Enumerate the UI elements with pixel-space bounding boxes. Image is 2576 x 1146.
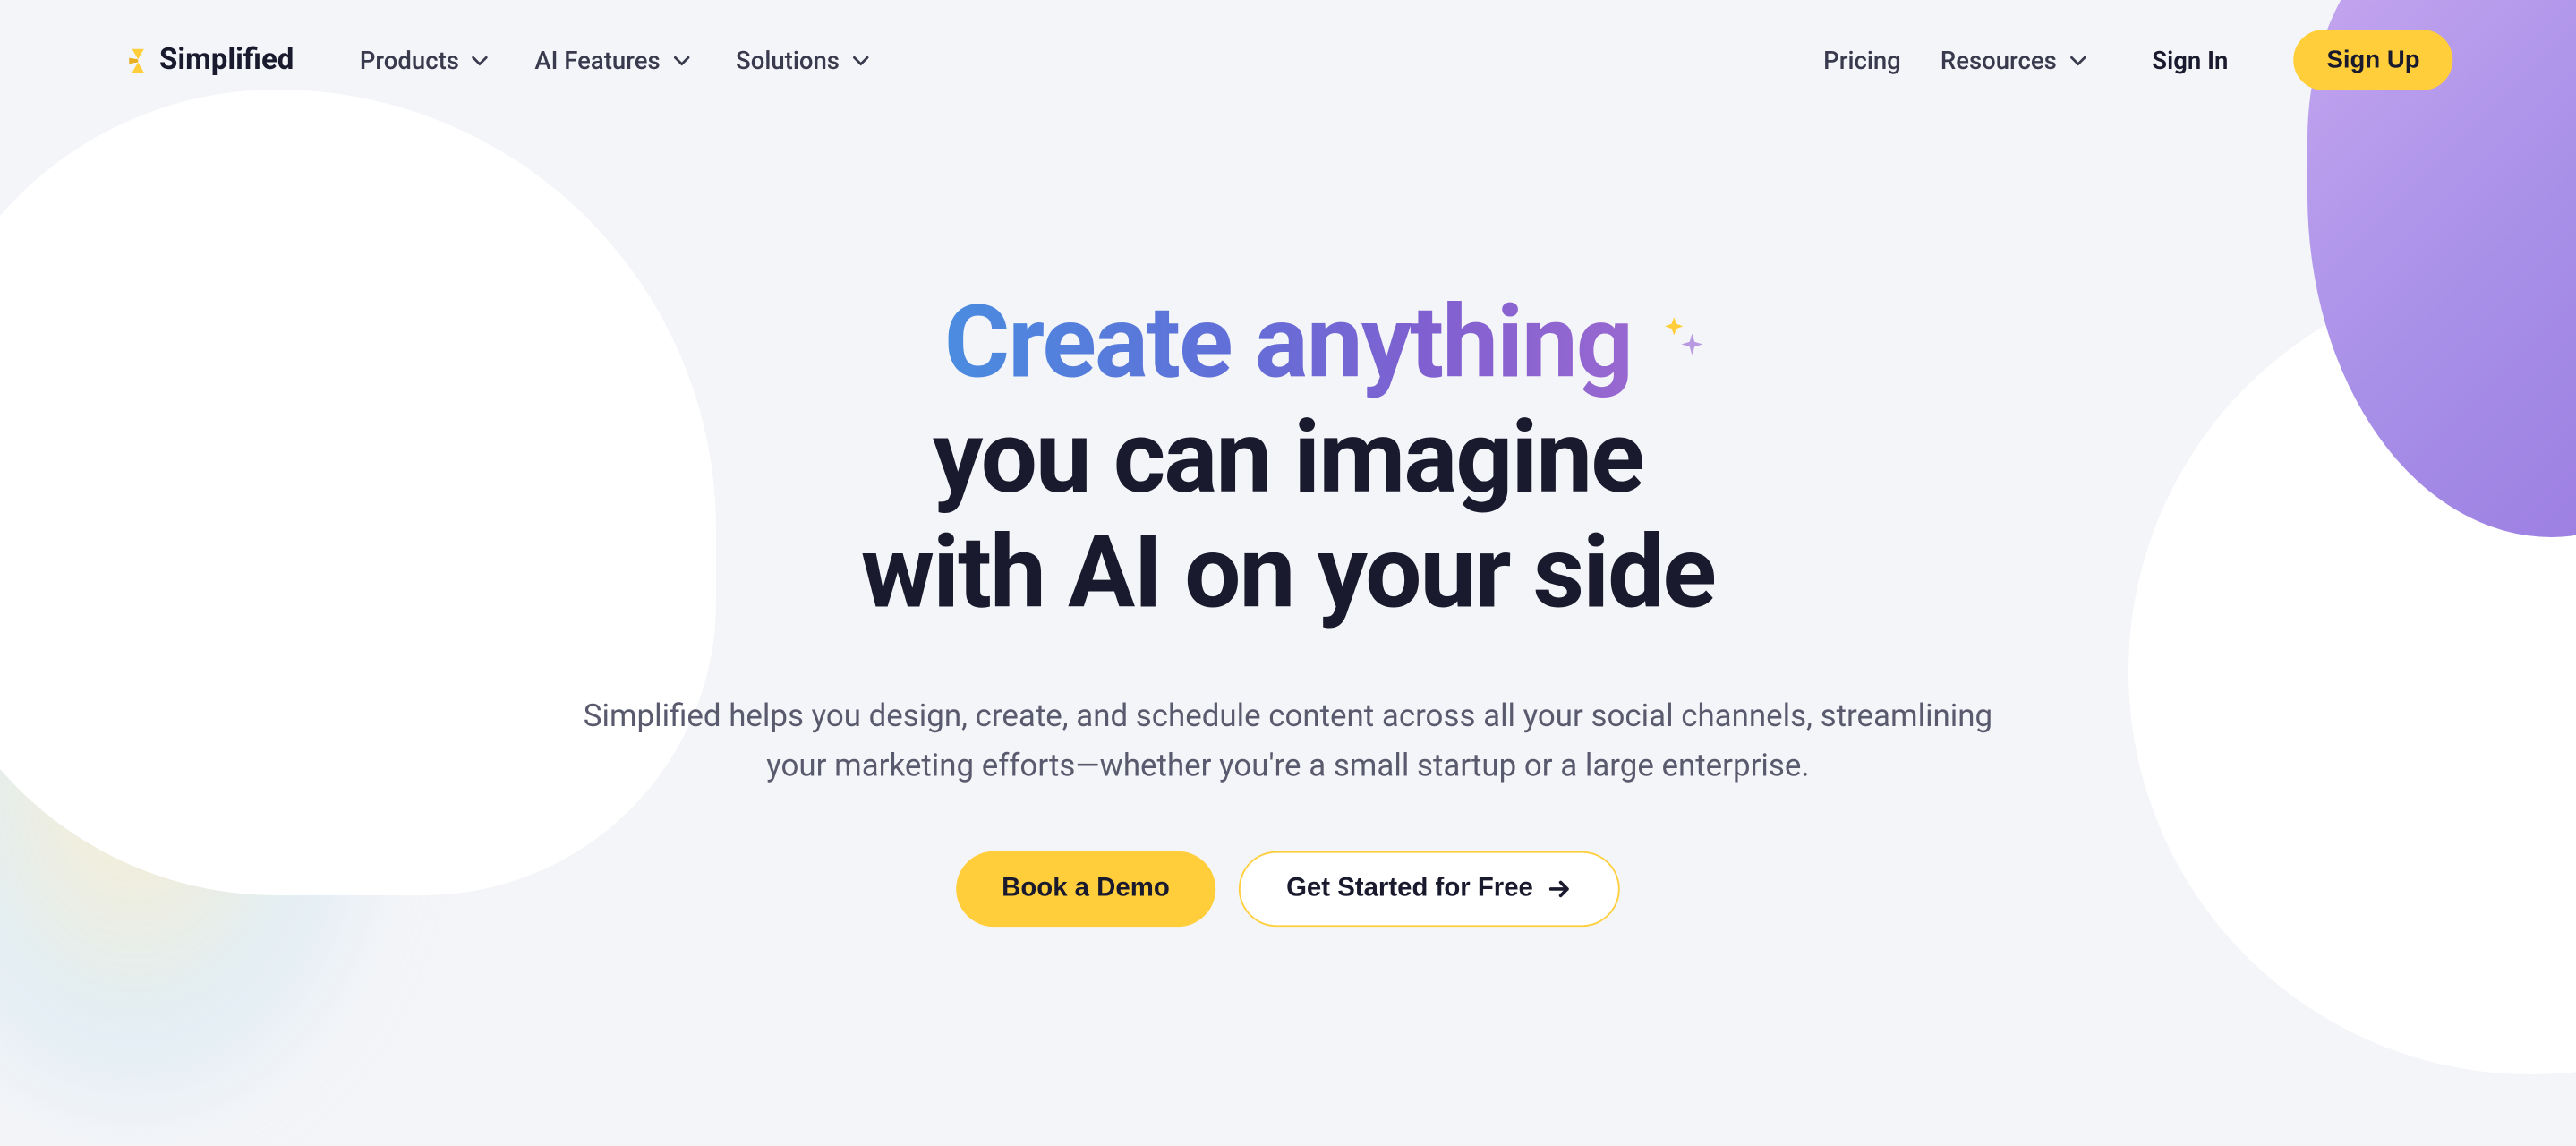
nav-link-pricing[interactable]: Pricing xyxy=(1823,45,1901,74)
nav-link-label: Pricing xyxy=(1823,45,1901,74)
sparkle-icon xyxy=(1661,268,1707,313)
nav-link-resources[interactable]: Resources xyxy=(1941,45,2086,74)
arrow-right-icon xyxy=(1549,878,1573,902)
hero-cta-group: Book a Demo Get Started for Free xyxy=(549,851,2027,927)
nav-item-label: AI Features xyxy=(534,45,660,74)
navbar: Simplified Products AI Features So xyxy=(0,0,2576,120)
nav-item-label: Products xyxy=(360,45,459,74)
logo-icon xyxy=(124,45,153,74)
nav-item-ai-features[interactable]: AI Features xyxy=(534,45,689,74)
hero-title-gradient: Create anything xyxy=(944,283,1632,401)
signin-button[interactable]: Sign In xyxy=(2126,32,2255,88)
book-demo-button[interactable]: Book a Demo xyxy=(956,851,1215,927)
nav-item-products[interactable]: Products xyxy=(360,45,489,74)
hero-subtitle: Simplified helps you design, create, and… xyxy=(565,692,2010,789)
get-started-button[interactable]: Get Started for Free xyxy=(1239,851,1620,927)
chevron-down-icon xyxy=(673,52,689,68)
nav-left-group: Simplified Products AI Features So xyxy=(124,43,869,78)
book-demo-label: Book a Demo xyxy=(1002,875,1170,902)
nav-right-group: Pricing Resources Sign In Sign Up xyxy=(1823,30,2452,90)
nav-item-label: Solutions xyxy=(736,45,840,74)
nav-menu: Products AI Features Solutions xyxy=(360,45,869,74)
chevron-down-icon xyxy=(2069,52,2086,68)
chevron-down-icon xyxy=(473,52,489,68)
brand-logo[interactable]: Simplified xyxy=(124,43,294,78)
hero-title-line2: you can imagine xyxy=(933,398,1643,516)
chevron-down-icon xyxy=(853,52,869,68)
signup-button[interactable]: Sign Up xyxy=(2294,30,2452,90)
signin-label: Sign In xyxy=(2152,45,2228,74)
nav-link-label: Resources xyxy=(1941,45,2057,74)
hero-title-line3: with AI on your side xyxy=(861,513,1715,631)
signup-label: Sign Up xyxy=(2327,46,2420,73)
hero-section: Create anything you can imagine with AI … xyxy=(549,120,2027,928)
get-started-label: Get Started for Free xyxy=(1286,875,1533,904)
hero-title: Create anything you can imagine with AI … xyxy=(549,285,2027,630)
brand-name: Simplified xyxy=(159,43,294,78)
nav-item-solutions[interactable]: Solutions xyxy=(736,45,869,74)
